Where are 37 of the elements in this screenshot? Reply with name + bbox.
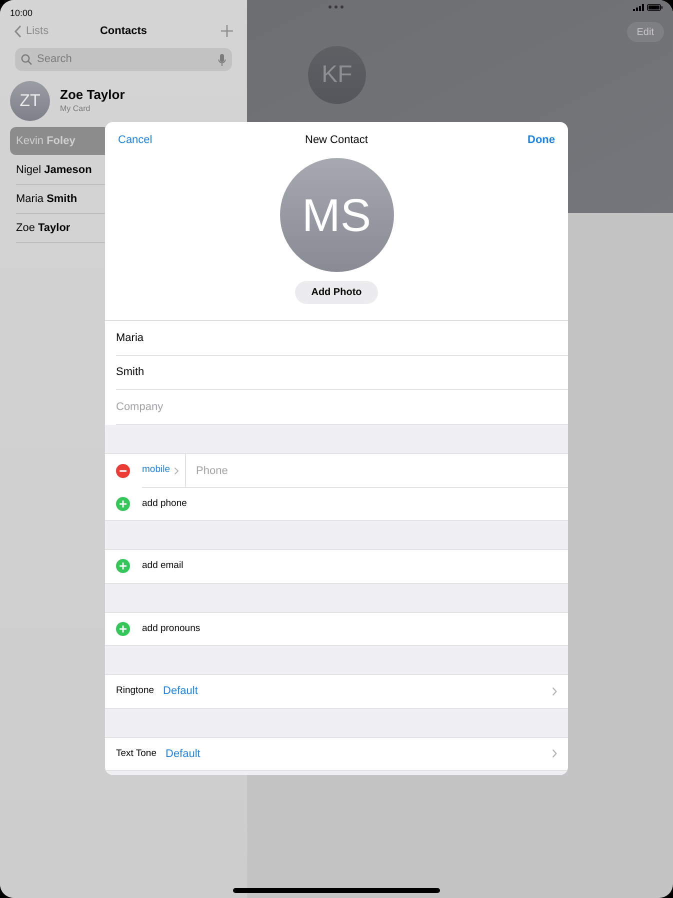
- chevron-icon: [174, 466, 179, 474]
- setting-value: Default: [166, 746, 200, 762]
- setting-label: Text Tone: [116, 746, 156, 761]
- text-field[interactable]: Smith: [116, 356, 568, 389]
- avatar: ZT: [10, 81, 50, 121]
- microphone-icon: [218, 54, 226, 66]
- setting-value: Default: [163, 684, 198, 699]
- more-dots-icon: [328, 5, 344, 9]
- text-field[interactable]: Maria: [116, 321, 568, 354]
- back-chevron-icon: [14, 24, 22, 38]
- add-icon: [116, 622, 130, 636]
- add-field-button[interactable]: add email: [142, 559, 184, 574]
- chevron-icon: [552, 749, 557, 758]
- add-field-button[interactable]: add pronouns: [142, 622, 200, 636]
- modal-title: New Contact: [305, 132, 368, 148]
- add-icon: [116, 496, 130, 511]
- setting-label: Ringtone: [116, 684, 154, 698]
- card-name: Zoe Taylor: [60, 87, 125, 103]
- text-field[interactable]: Company: [116, 390, 568, 424]
- search-field[interactable]: Search: [15, 48, 232, 71]
- add-field-button[interactable]: add phone: [142, 496, 187, 511]
- chevron-icon: [552, 686, 557, 696]
- status-time: 10:00: [10, 6, 33, 20]
- contact-avatar: MS: [280, 158, 394, 272]
- search-input[interactable]: Search: [37, 51, 213, 68]
- battery-icon: [647, 4, 663, 11]
- add-photo-button[interactable]: Add Photo: [295, 281, 378, 304]
- phone-field[interactable]: Phone: [196, 454, 568, 488]
- remove-icon: [116, 464, 130, 478]
- done-button[interactable]: Done: [528, 132, 555, 148]
- card-subtitle: My Card: [60, 103, 92, 115]
- plus-icon: [221, 25, 233, 37]
- nav-title: Contacts: [100, 24, 148, 39]
- search-icon: [21, 54, 32, 65]
- signal-icon: [633, 4, 644, 11]
- add-icon: [116, 559, 130, 574]
- cancel-button[interactable]: Cancel: [118, 132, 152, 148]
